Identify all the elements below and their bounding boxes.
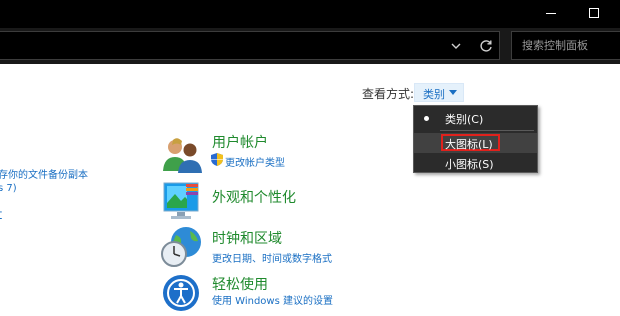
title-bar [0,0,620,28]
category-title-ease-of-access[interactable]: 轻松使用 [212,274,268,294]
category-title-appearance[interactable]: 外观和个性化 [212,187,296,207]
selected-bullet-icon [424,116,429,121]
address-field[interactable] [0,31,500,60]
dropdown-arrow-icon [449,90,457,95]
category-title-clock-region[interactable]: 时钟和区域 [212,228,282,248]
address-bar [0,28,620,64]
view-by-label: 查看方式: [362,87,415,101]
refresh-icon[interactable] [476,36,496,56]
menu-item-large-icons[interactable]: 大图标(L) [414,133,537,153]
menu-item-label: 类别(C) [445,113,484,126]
menu-item-label: 大图标(L) [445,138,493,151]
minimize-icon [546,13,556,14]
menu-item-label: 小图标(S) [445,158,494,171]
minimize-button[interactable] [528,0,572,28]
view-by-menu: 类别(C) 大图标(L) 小图标(S) [413,105,538,173]
search-input[interactable] [512,32,620,59]
users-icon[interactable] [160,133,204,177]
view-by-dropdown[interactable]: 类别 [414,83,464,102]
link-change-date-time-format[interactable]: 更改日期、时间或数字格式 [212,250,332,265]
maximize-icon [589,8,599,18]
chevron-down-icon[interactable] [446,36,466,56]
search-box[interactable] [511,31,620,60]
menu-item-category[interactable]: 类别(C) [414,108,537,128]
shield-icon [211,153,223,166]
clock-globe-icon[interactable] [160,225,204,269]
appearance-icon[interactable] [160,179,204,223]
menu-item-small-icons[interactable]: 小图标(S) [414,153,537,173]
left-link-windows7[interactable]: s 7) [0,183,17,194]
left-link-backup[interactable]: 存你的文件备份副本 [0,166,88,181]
link-use-recommended-settings[interactable]: 使用 Windows 建议的设置 [212,292,333,307]
maximize-button[interactable] [573,0,617,28]
ease-of-access-icon[interactable] [160,272,204,316]
view-by-selected: 类别 [423,88,445,101]
menu-separator [440,130,534,131]
link-change-account-type[interactable]: 更改帐户类型 [225,154,285,169]
category-title-user-accounts[interactable]: 用户帐户 [212,132,268,152]
left-link-partial[interactable]: t [0,208,2,223]
